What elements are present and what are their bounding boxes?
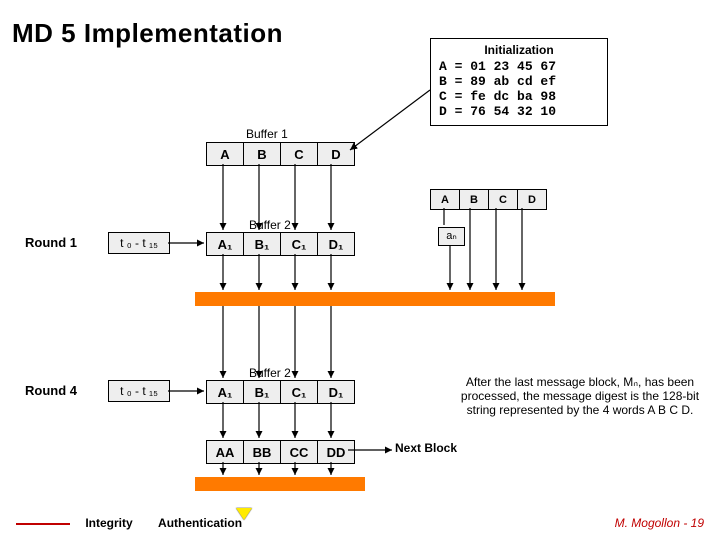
buffer2b-cell: C₁	[281, 381, 318, 404]
next-block-label: Next Block	[395, 441, 457, 455]
buffer-aa-table: AA BB CC DD	[206, 440, 355, 464]
buffer1-cell: D	[318, 143, 355, 166]
buffer-aa-cell: CC	[281, 441, 318, 464]
round4-label: Round 4	[25, 383, 77, 398]
init-line: A = 01 23 45 67	[439, 59, 599, 74]
connectors	[0, 0, 720, 540]
buffer2b-cell: A₁	[207, 381, 244, 404]
buffer2a-cell: D₁	[318, 233, 355, 256]
init-title: Initialization	[439, 43, 599, 57]
buffer2a-table: A₁ B₁ C₁ D₁	[206, 232, 355, 256]
footer-auth: Authentication	[158, 516, 242, 530]
buffer2b-table: A₁ B₁ C₁ D₁	[206, 380, 355, 404]
buffer1-cell: B	[244, 143, 281, 166]
buffer2a-cell: B₁	[244, 233, 281, 256]
buffer2a-cell: C₁	[281, 233, 318, 256]
footer-dash	[16, 523, 70, 525]
buffer-aa-cell: DD	[318, 441, 355, 464]
buffer-aa-cell: BB	[244, 441, 281, 464]
round-bar-bottom	[195, 477, 365, 491]
footer-credit: M. Mogollon - 19	[615, 516, 704, 530]
buffer-small-cell: A	[431, 190, 460, 210]
buffer2b-cell: D₁	[318, 381, 355, 404]
buffer-aa-cell: AA	[207, 441, 244, 464]
init-box: Initialization A = 01 23 45 67 B = 89 ab…	[430, 38, 608, 126]
buffer2a-label: Buffer 2	[249, 218, 291, 232]
init-line: C = fe dc ba 98	[439, 89, 599, 104]
buffer1-cell: C	[281, 143, 318, 166]
round4-tbox: t ₀ - t ₁₅	[108, 380, 170, 402]
an-box: aₙ	[438, 227, 465, 246]
buffer-small-cell: D	[518, 190, 547, 210]
init-line: B = 89 ab cd ef	[439, 74, 599, 89]
round1-tbox: t ₀ - t ₁₅	[108, 232, 170, 254]
round1-label: Round 1	[25, 235, 77, 250]
init-line: D = 76 54 32 10	[439, 104, 599, 119]
footer: Integrity Authentication M. Mogollon - 1…	[16, 516, 704, 530]
buffer2b-label: Buffer 2	[249, 366, 291, 380]
round-bar-1	[195, 292, 555, 306]
buffer1-label: Buffer 1	[246, 127, 288, 141]
buffer2b-cell: B₁	[244, 381, 281, 404]
buffer1-cell: A	[207, 143, 244, 166]
page-title: MD 5 Implementation	[12, 18, 283, 49]
buffer-small-table: A B C D	[430, 189, 547, 210]
footer-integrity: Integrity	[85, 516, 132, 530]
buffer2a-cell: A₁	[207, 233, 244, 256]
buffer-small-cell: B	[460, 190, 489, 210]
after-text: After the last message block, Mₙ, has be…	[455, 375, 705, 417]
buffer-small-cell: C	[489, 190, 518, 210]
buffer1-table: A B C D	[206, 142, 355, 166]
